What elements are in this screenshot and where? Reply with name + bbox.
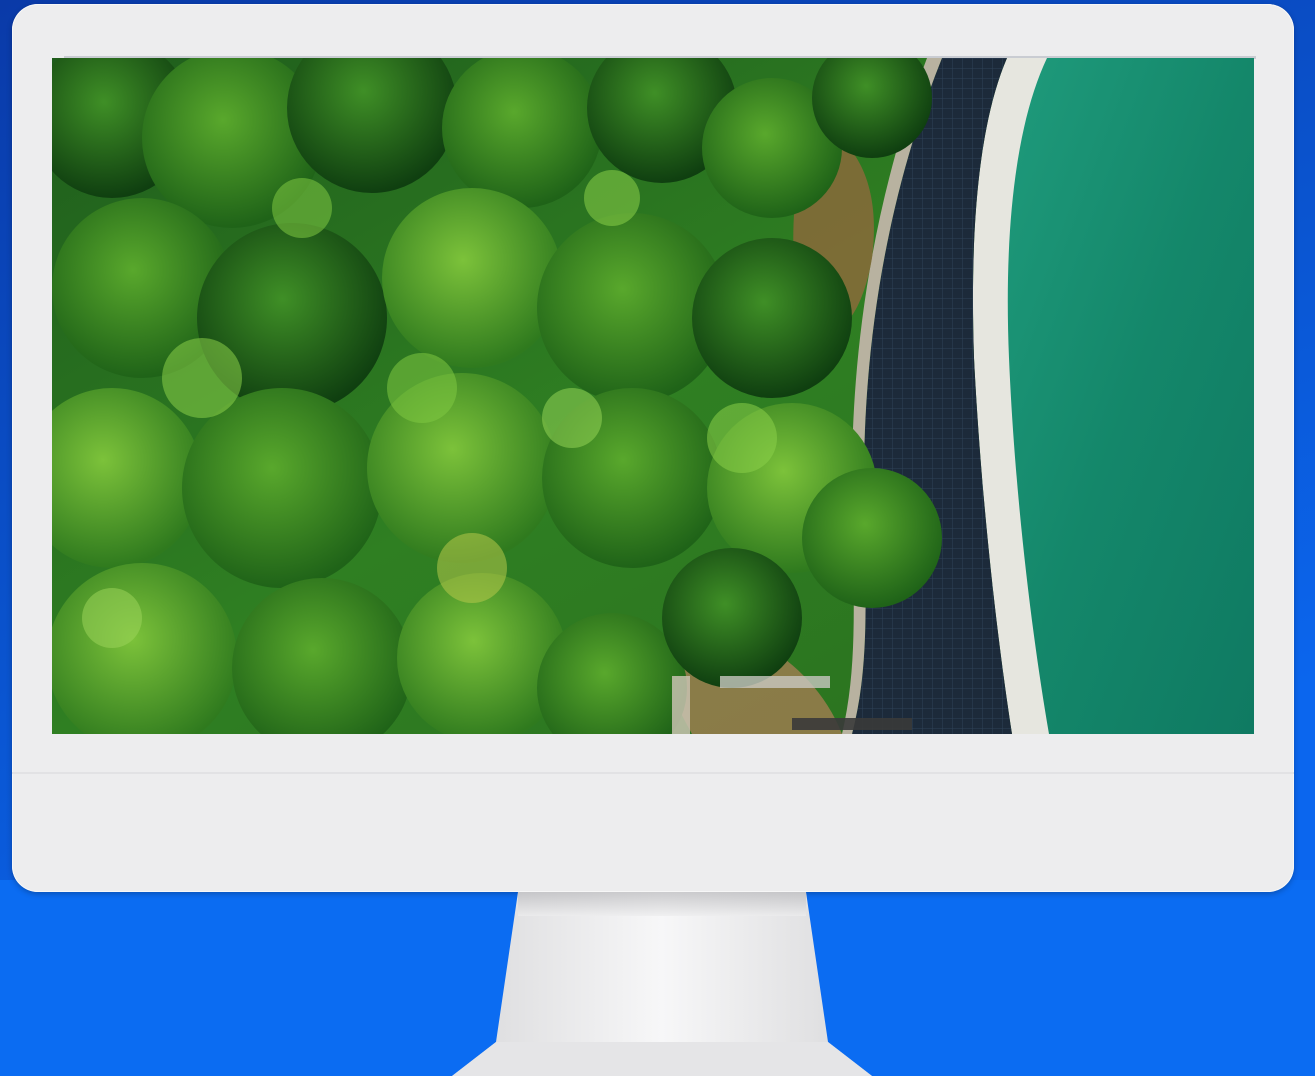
monitor-stand xyxy=(452,892,872,1076)
monitor-frame xyxy=(12,4,1294,892)
monitor-screen xyxy=(52,58,1254,734)
aerial-photo xyxy=(52,58,1254,734)
monitor-chin-divider xyxy=(12,772,1294,774)
